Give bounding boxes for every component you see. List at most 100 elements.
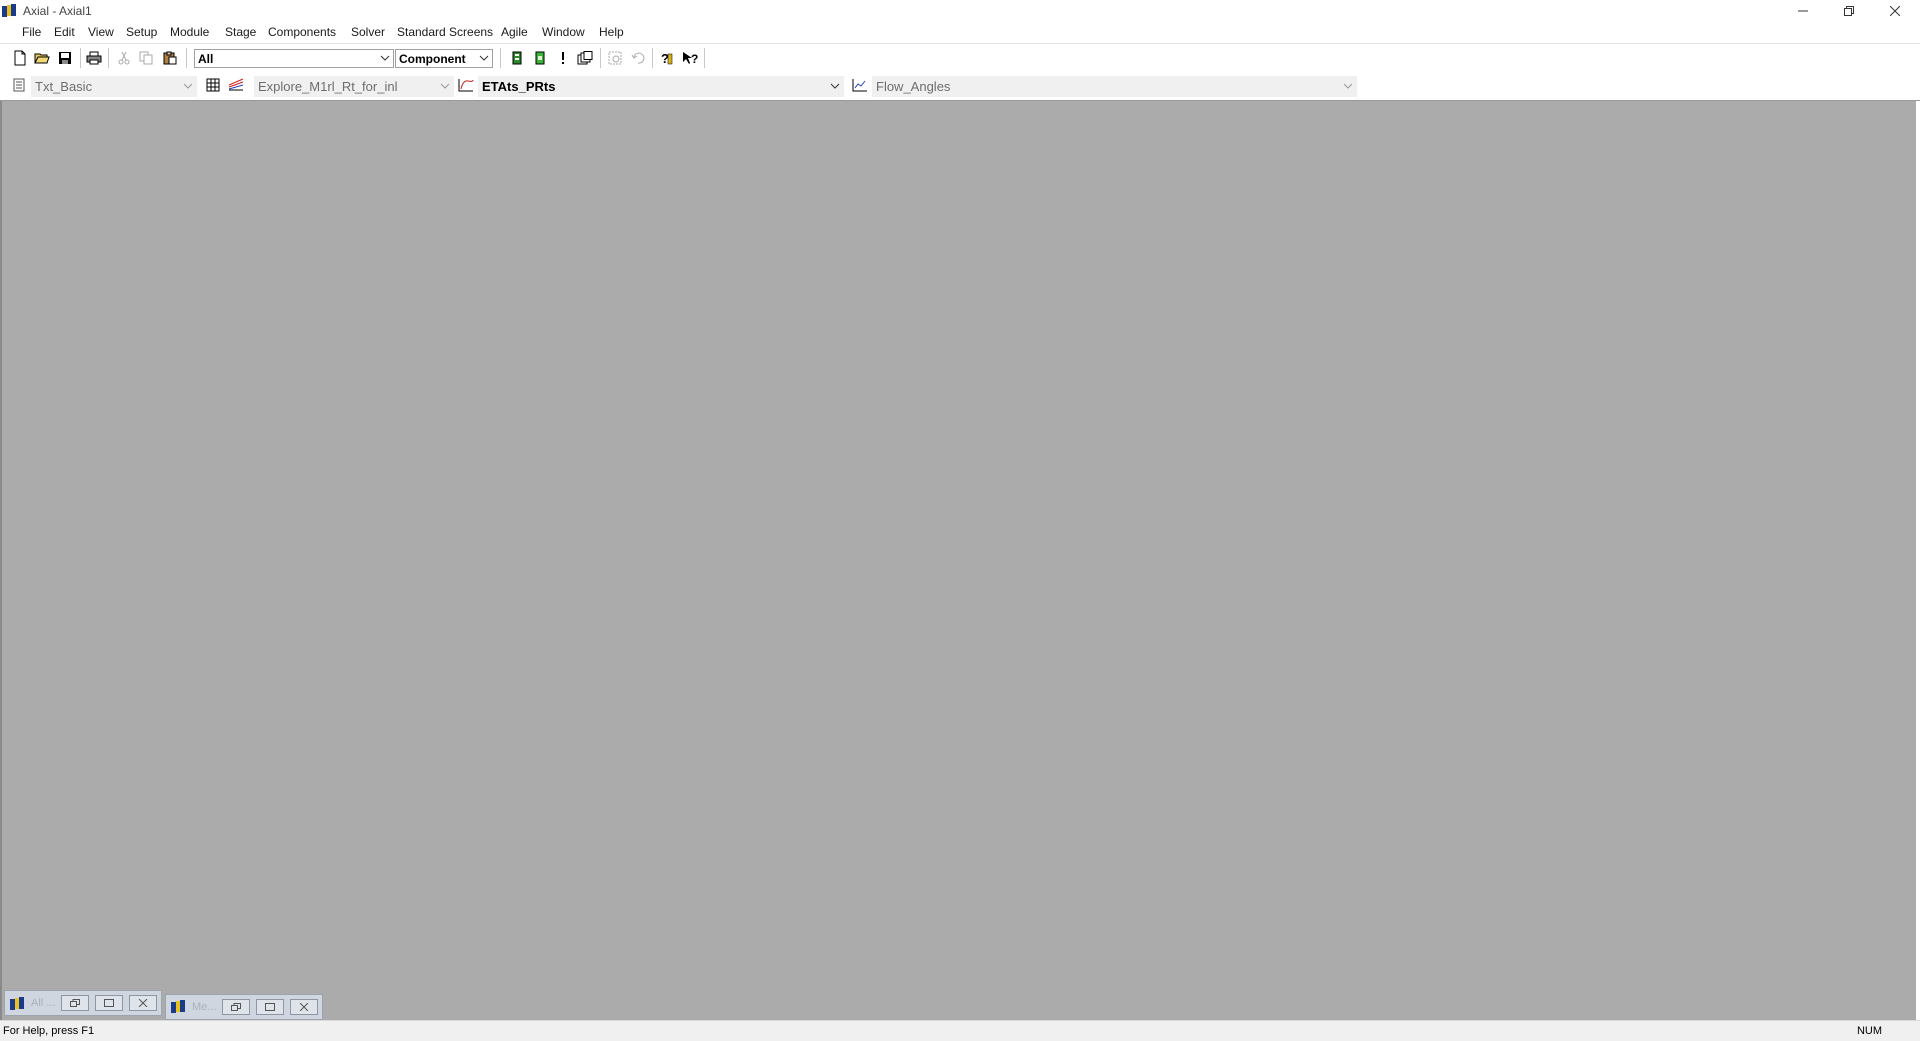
minimize-button[interactable]	[1780, 0, 1826, 22]
solver-icon	[512, 51, 522, 65]
paste-button[interactable]	[161, 49, 179, 67]
menu-window[interactable]: Window	[541, 25, 586, 39]
table-view-button[interactable]	[204, 76, 222, 94]
run-solver-button[interactable]	[508, 49, 526, 67]
separator	[108, 48, 109, 68]
solver-settings-button[interactable]	[531, 49, 549, 67]
line-chart-icon	[852, 79, 867, 92]
menu-view[interactable]: View	[87, 25, 115, 39]
close-button[interactable]	[1872, 0, 1918, 22]
close-icon	[1890, 6, 1900, 16]
restore-button[interactable]	[1826, 0, 1872, 22]
separator	[704, 48, 705, 68]
type-combo[interactable]: Component	[395, 49, 493, 68]
chevron-down-icon	[479, 55, 489, 61]
new-button[interactable]	[11, 49, 29, 67]
copy-button[interactable]	[137, 49, 155, 67]
filter-combo[interactable]: All	[194, 49, 394, 68]
num-lock-indicator: NUM	[1856, 1025, 1882, 1037]
minimized-window[interactable]: Me...	[165, 994, 323, 1020]
plot-curve-icon	[458, 79, 474, 92]
cascade-windows-icon	[577, 51, 593, 65]
restore-button[interactable]	[222, 999, 250, 1015]
solver-green-icon	[535, 51, 545, 65]
menu-help[interactable]: Help	[598, 25, 625, 39]
window-title: Axial - Axial1	[23, 4, 92, 18]
explore-combo-value: Explore_M1rl_Rt_for_inl	[258, 79, 398, 94]
text-view-button[interactable]	[10, 76, 28, 94]
chevron-down-icon	[380, 55, 390, 61]
plot-button[interactable]	[457, 76, 475, 94]
menu-edit[interactable]: Edit	[53, 25, 76, 39]
zoom-button[interactable]	[606, 49, 624, 67]
menu-module[interactable]: Module	[169, 25, 210, 39]
new-file-icon	[14, 50, 26, 66]
context-help-icon: ?	[683, 52, 698, 65]
save-disk-icon	[59, 52, 71, 64]
exclamation-icon	[562, 52, 564, 64]
close-button[interactable]	[290, 999, 318, 1015]
restore-button[interactable]	[61, 995, 89, 1011]
standard-toolbar: All Component ? ?	[0, 43, 1920, 73]
cut-button[interactable]	[115, 49, 133, 67]
separator	[500, 48, 501, 68]
title-bar: Axial - Axial1	[0, 0, 1920, 22]
chevron-down-icon	[183, 83, 193, 89]
chart-combo[interactable]: Flow_Angles	[872, 76, 1357, 97]
windows-button[interactable]	[576, 49, 594, 67]
maximize-button[interactable]	[256, 999, 284, 1015]
chevron-down-icon	[830, 83, 840, 89]
explore-combo[interactable]: Explore_M1rl_Rt_for_inl	[254, 76, 454, 97]
explore-lines-icon	[228, 78, 244, 91]
close-icon	[138, 999, 148, 1007]
undo-button[interactable]	[629, 49, 647, 67]
explore-button[interactable]	[227, 76, 245, 94]
chevron-down-icon	[1343, 83, 1353, 89]
open-button[interactable]	[33, 49, 51, 67]
restore-icon	[1844, 6, 1854, 16]
menu-standard-screens[interactable]: Standard Screens	[396, 25, 494, 39]
menu-bar: File Edit View Setup Module Stage Compon…	[0, 22, 1920, 42]
filter-combo-value: All	[198, 52, 214, 66]
table-grid-icon	[206, 78, 220, 92]
paste-clipboard-icon	[163, 51, 177, 65]
menu-components[interactable]: Components	[267, 25, 337, 39]
separator	[600, 48, 601, 68]
scissors-icon	[118, 51, 130, 65]
menu-stage[interactable]: Stage	[224, 25, 257, 39]
close-button[interactable]	[129, 995, 157, 1011]
execute-button[interactable]	[554, 49, 572, 67]
restore-icon	[70, 999, 80, 1007]
maximize-button[interactable]	[95, 995, 123, 1011]
open-folder-icon	[34, 53, 50, 64]
menu-setup[interactable]: Setup	[125, 25, 158, 39]
separator	[652, 48, 653, 68]
text-combo[interactable]: Txt_Basic	[31, 76, 197, 97]
app-logo-icon	[171, 1000, 185, 1013]
minimized-window-label: All ...	[31, 997, 56, 1009]
undo-icon	[631, 52, 645, 64]
print-button[interactable]	[85, 49, 103, 67]
save-button[interactable]	[56, 49, 74, 67]
separator	[186, 48, 187, 68]
app-logo-icon	[10, 997, 24, 1010]
menu-solver[interactable]: Solver	[350, 25, 386, 39]
plot-combo[interactable]: ETAts_PRts	[478, 76, 844, 97]
separator	[80, 48, 81, 68]
help-button[interactable]: ?	[657, 49, 675, 67]
close-icon	[299, 1003, 309, 1011]
chart-combo-value: Flow_Angles	[876, 79, 951, 94]
chart-button[interactable]	[851, 76, 869, 94]
maximize-icon	[265, 1003, 275, 1011]
app-logo-icon	[2, 4, 16, 17]
menu-file[interactable]: File	[21, 25, 42, 39]
minimized-window[interactable]: All ...	[4, 990, 162, 1016]
view-toolbar: Txt_Basic Explore_M1rl_Rt_for_inl ETAts_…	[0, 72, 1920, 101]
minimize-icon	[1798, 10, 1808, 12]
status-bar: For Help, press F1 NUM	[0, 1020, 1920, 1041]
help-question-icon: ?	[661, 51, 673, 65]
menu-agile[interactable]: Agile	[500, 25, 529, 39]
context-help-button[interactable]: ?	[681, 49, 699, 67]
copy-icon	[139, 51, 153, 65]
svg-text:?: ?	[691, 52, 698, 65]
